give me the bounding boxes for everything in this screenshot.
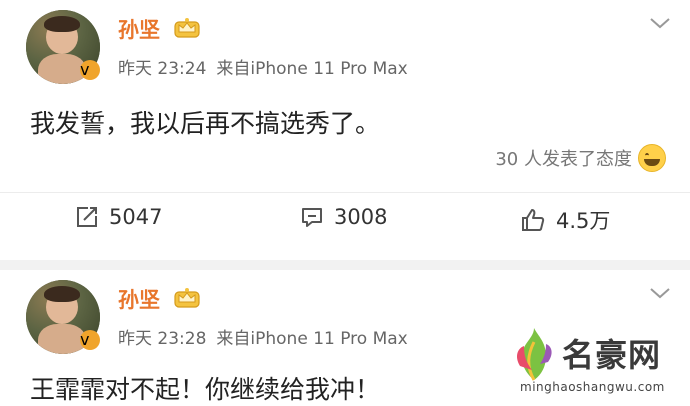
comment-button[interactable]: 3008 — [300, 205, 387, 229]
post-source: 来自iPhone 11 Pro Max — [216, 329, 408, 349]
post-text: 王霏霏对不起！你继续给我冲！ — [30, 375, 381, 404]
verified-badge: v — [80, 60, 100, 80]
repost-icon — [77, 207, 97, 227]
weibo-post: v 孙坚 昨天 23:24 来自iPhone 11 Pro Max 我发誓，我以后… — [0, 0, 690, 260]
author-name[interactable]: 孙坚 — [118, 284, 160, 314]
repost-count: 5047 — [109, 205, 163, 229]
chevron-down-icon[interactable] — [648, 16, 672, 30]
post-time: 昨天 23:28 — [118, 329, 207, 349]
site-watermark: 名豪网 minghaoshangwu.com — [512, 322, 687, 396]
laugh-emoji-icon — [638, 144, 666, 172]
action-bar: 5047 3008 4.5万 — [0, 205, 690, 241]
watermark-title: 名豪网 — [562, 336, 662, 374]
reactions-summary[interactable]: 30 人发表了态度 — [495, 144, 666, 172]
comment-count: 3008 — [334, 205, 388, 229]
reactions-text: 30 人发表了态度 — [495, 149, 632, 170]
comment-icon — [302, 208, 322, 227]
post-meta: 昨天 23:28 来自iPhone 11 Pro Max — [118, 324, 418, 349]
post-time: 昨天 23:24 — [118, 59, 207, 79]
verified-badge: v — [80, 330, 100, 350]
chevron-down-icon[interactable] — [648, 286, 672, 300]
like-count: 4.5万 — [556, 209, 611, 233]
post-meta: 昨天 23:24 来自iPhone 11 Pro Max — [118, 54, 418, 79]
post-text: 我发誓，我以后再不搞选秀了。 — [30, 109, 381, 138]
repost-button[interactable]: 5047 — [75, 205, 162, 229]
author-name[interactable]: 孙坚 — [118, 14, 160, 44]
watermark-url: minghaoshangwu.com — [520, 380, 665, 394]
leaf-logo-icon — [517, 328, 552, 381]
crown-icon — [174, 18, 200, 38]
like-button[interactable]: 4.5万 — [520, 205, 610, 235]
post-source: 来自iPhone 11 Pro Max — [216, 59, 408, 79]
post-separator — [0, 260, 690, 270]
thumbs-up-icon — [522, 209, 545, 231]
crown-icon — [174, 288, 200, 308]
divider — [0, 192, 690, 193]
